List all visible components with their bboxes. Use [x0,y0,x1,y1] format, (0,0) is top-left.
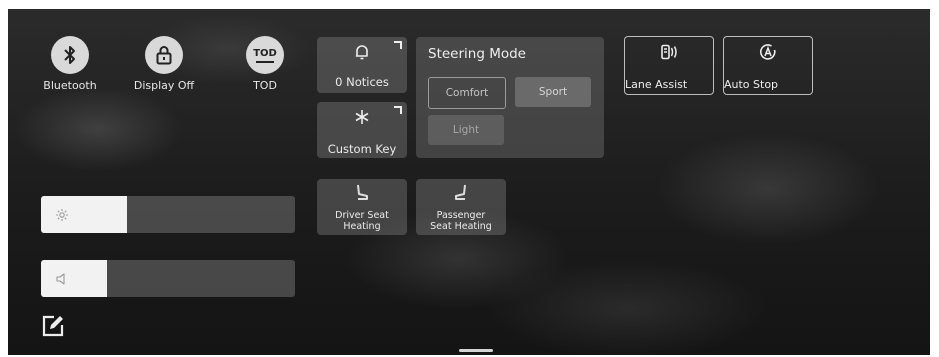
steering-mode-panel: Steering Mode Comfort Sport Light [416,37,604,158]
custom-key-tile[interactable]: Custom Key [317,102,407,158]
display-off-button[interactable]: Display Off [124,36,204,92]
tod-button[interactable]: TOD TOD [225,36,305,92]
lane-assist-label: Lane Assist [625,78,688,91]
lock-icon [145,36,183,74]
tod-icon-text: TOD [253,47,277,59]
volume-icon [55,271,69,290]
home-indicator-bar[interactable] [459,349,493,352]
passenger-seat-heating-tile[interactable]: Passenger Seat Heating [416,179,506,235]
tod-icon: TOD [246,36,284,74]
auto-stop-button[interactable]: Auto Stop [723,36,813,95]
lane-assist-icon [660,44,678,64]
steering-option-comfort[interactable]: Comfort [428,77,506,109]
custom-key-label: Custom Key [327,142,397,156]
bluetooth-button[interactable]: Bluetooth [30,36,110,92]
tod-label: TOD [253,79,277,92]
brightness-icon [55,207,69,226]
brightness-slider-fill [41,196,128,233]
asterisk-icon [353,108,371,130]
driver-seat-label-line2: Heating [343,221,381,232]
infotainment-screen: Bluetooth Display Off TOD TOD 0 Notices … [8,9,930,355]
edit-icon [41,314,65,342]
bell-icon [353,43,371,65]
expand-corner-icon [394,41,402,49]
steering-option-sport[interactable]: Sport [515,77,591,107]
bluetooth-label: Bluetooth [43,79,97,92]
expand-corner-icon [394,106,402,114]
auto-stop-label: Auto Stop [724,78,779,91]
brightness-slider[interactable] [41,196,295,233]
driver-seat-heating-tile[interactable]: Driver Seat Heating [317,179,407,235]
lane-assist-button[interactable]: Lane Assist [624,36,714,95]
edit-button[interactable] [41,314,65,342]
passenger-seat-label-line1: Passenger [436,210,486,221]
volume-slider[interactable] [41,260,295,297]
display-off-label: Display Off [133,79,195,92]
steering-option-light[interactable]: Light [428,115,504,145]
bluetooth-icon [51,36,89,74]
passenger-seat-label-line2: Seat Heating [430,221,492,232]
steering-mode-title: Steering Mode [428,46,526,62]
auto-stop-icon [759,43,777,65]
seat-heating-icon [354,183,370,207]
volume-slider-fill [41,260,108,297]
notices-tile[interactable]: 0 Notices [317,37,407,93]
notices-label: 0 Notices [335,75,389,89]
seat-heating-icon [453,183,469,207]
driver-seat-label-line1: Driver Seat [335,210,389,221]
